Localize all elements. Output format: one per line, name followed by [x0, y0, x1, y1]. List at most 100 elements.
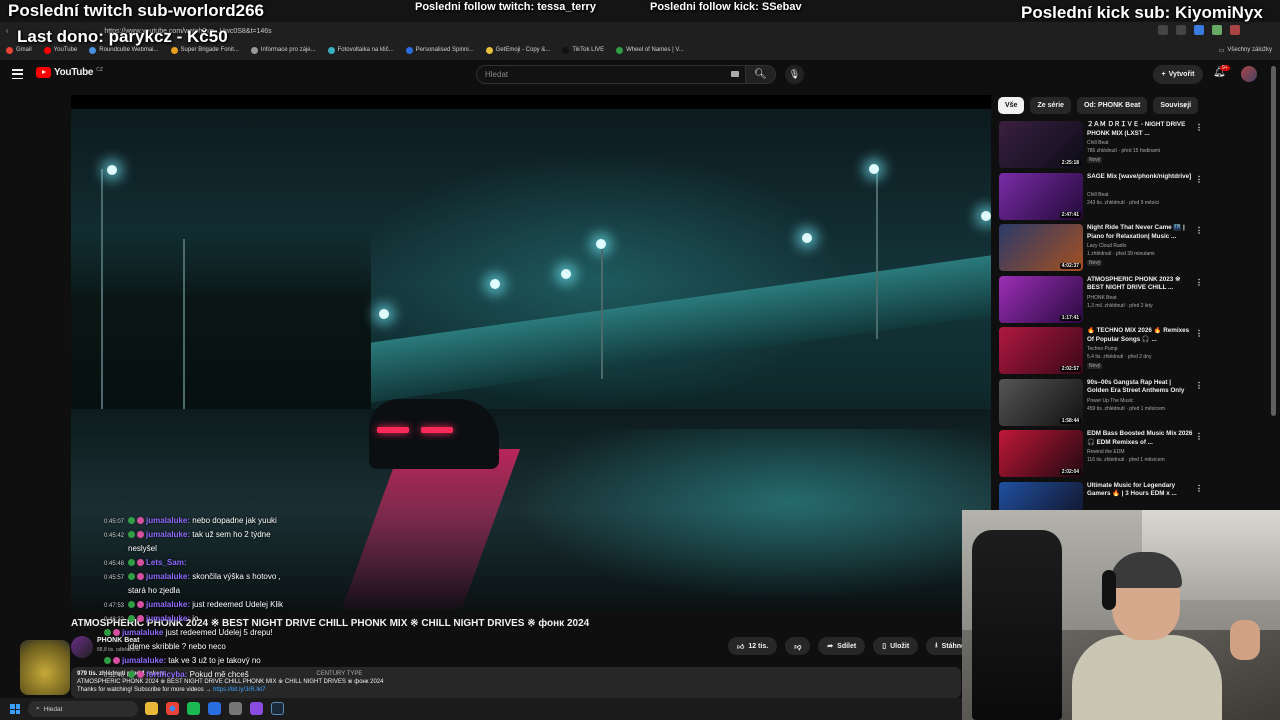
- video-thumbnail[interactable]: 2:02:04: [999, 430, 1083, 477]
- video-title[interactable]: ATMOSPHERIC PHONK 2023 ※ BEST NIGHT DRIV…: [1087, 276, 1193, 293]
- video-title[interactable]: 🔥 TECHNO MIX 2026 🔥 Remixes Of Popular S…: [1087, 327, 1193, 344]
- video-title[interactable]: Ultimate Music for Legendary Gamers 🔥 | …: [1087, 482, 1193, 499]
- recommended-video[interactable]: 2:02:57 🔥 TECHNO MIX 2026 🔥 Remixes Of Po…: [999, 327, 1203, 377]
- bookmark-label: Super Brigade Fonit...: [180, 47, 239, 53]
- youtube-logo[interactable]: YouTube CZ: [36, 67, 103, 78]
- chevron-right-icon[interactable]: ›: [1183, 100, 1186, 110]
- create-button[interactable]: + Vytvořit: [1153, 65, 1203, 84]
- recommended-video[interactable]: 2:25:18 ２ＡＭ ＤＲＩＶＥ - NIGHT DRIVE PHONK MIX…: [999, 121, 1203, 171]
- chat-badge-icon: [104, 657, 111, 664]
- video-duration: 4:02:37: [1059, 263, 1081, 269]
- recommended-video[interactable]: 1:17:41 ATMOSPHERIC PHONK 2023 ※ BEST NIG…: [999, 275, 1203, 326]
- keyboard-icon[interactable]: [731, 71, 739, 77]
- save-button[interactable]: ▯ Uložit: [873, 637, 919, 655]
- channel-name[interactable]: PHONK Beat: [1087, 295, 1116, 301]
- video-title[interactable]: ２ＡＭ ＤＲＩＶＥ - NIGHT DRIVE PHONK MIX (LXST …: [1087, 121, 1193, 138]
- video-thumbnail[interactable]: 2:47:41: [999, 172, 1083, 220]
- bookmark-star-icon[interactable]: [1176, 25, 1186, 35]
- more-options-icon[interactable]: ⋮: [1195, 123, 1203, 132]
- extension-icon[interactable]: [1212, 25, 1222, 35]
- description-link[interactable]: https://bit.ly/3rR.lkl7: [213, 687, 265, 693]
- chrome-icon[interactable]: [166, 702, 179, 715]
- chat-badge-icon: [128, 573, 136, 580]
- like-button[interactable]: 👍︎ 12 tis.: [728, 637, 778, 655]
- filter-chip[interactable]: Souvisejí: [1153, 97, 1199, 114]
- extension-icon[interactable]: [1230, 25, 1240, 35]
- bookmark-label: GetEmoji - Copy &...: [495, 47, 551, 53]
- chat-text: neslyšel: [128, 544, 157, 553]
- overlay-last-follow-twitch: Posledni follow twitch: tessa_terry: [415, 1, 596, 13]
- video-thumbnail[interactable]: 2:25:18: [999, 121, 1083, 168]
- bookmark-item[interactable]: Personalised Spinni...: [405, 46, 474, 54]
- chat-timestamp: 0:48:32: [104, 617, 125, 623]
- bookmark-item[interactable]: Gmail: [6, 46, 32, 54]
- share-button[interactable]: ➦ Sdílet: [818, 637, 866, 655]
- bookmark-item[interactable]: Informace pro záje...: [250, 46, 316, 54]
- video-title[interactable]: EDM Bass Boosted Music Mix 2026 🎧 EDM Re…: [1087, 430, 1193, 447]
- bookmark-item[interactable]: Roundcube Webmai...: [89, 46, 159, 54]
- share-icon: ➦: [827, 643, 834, 650]
- cast-icon[interactable]: [1158, 25, 1168, 35]
- taskbar-search[interactable]: ⌕ Hledat: [28, 701, 138, 717]
- bookmark-item[interactable]: TikTok LIVE: [562, 46, 604, 54]
- hamburger-menu-icon[interactable]: [12, 69, 23, 79]
- back-icon[interactable]: ‹: [6, 28, 8, 35]
- voice-search-button[interactable]: 🎙︎: [785, 65, 804, 84]
- bookmark-item[interactable]: Super Brigade Fonit...: [170, 46, 239, 54]
- video-title[interactable]: 90s–00s Gangsta Rap Heat | Golden Era St…: [1087, 379, 1193, 396]
- channel-avatar[interactable]: [71, 636, 93, 658]
- more-options-icon[interactable]: ⋮: [1195, 226, 1203, 235]
- discord-icon[interactable]: [250, 702, 263, 715]
- channel-name[interactable]: Chill Beat: [1087, 140, 1108, 146]
- video-thumbnail[interactable]: 4:02:37: [999, 224, 1083, 271]
- video-title[interactable]: Night Ride That Never Came 🌃 | Piano for…: [1087, 224, 1193, 241]
- youtube-play-icon: [36, 67, 51, 78]
- more-options-icon[interactable]: ⋮: [1195, 381, 1203, 390]
- channel-name[interactable]: Lazy Cloud Radio: [1087, 243, 1126, 249]
- video-duration: 2:47:41: [1059, 211, 1081, 218]
- search-input[interactable]: Hledat: [476, 65, 746, 84]
- taskbar-search-label: Hledat: [43, 705, 63, 713]
- recommended-video[interactable]: 1:58:44 90s–00s Gangsta Rap Heat | Golden…: [999, 378, 1203, 429]
- channel-name[interactable]: Power Up The Music: [1087, 398, 1133, 404]
- search-button[interactable]: 🔍︎: [746, 65, 776, 84]
- chat-badge-icon: [128, 615, 136, 622]
- channel-name[interactable]: Chill Beat: [1087, 192, 1108, 198]
- video-title[interactable]: SAGE Mix [wave/phonk/nightdrive]: [1087, 173, 1193, 182]
- chat-badge-icon: [137, 559, 145, 566]
- steam-icon[interactable]: [271, 702, 284, 715]
- recommended-video[interactable]: 2:02:04 EDM Bass Boosted Music Mix 2026 🎧…: [999, 430, 1203, 480]
- overlay-last-kick-sub: Poslední kick sub: KiyomiNyx: [1021, 3, 1263, 22]
- extension-icon[interactable]: [1194, 25, 1204, 35]
- bookmark-item[interactable]: GetEmoji - Copy &...: [485, 46, 551, 54]
- settings-icon[interactable]: [229, 702, 242, 715]
- filter-chip[interactable]: Od: PHONK Beat: [1076, 97, 1148, 114]
- video-thumbnail[interactable]: 1:17:41: [999, 275, 1083, 323]
- recommended-video[interactable]: 4:02:37 Night Ride That Never Came 🌃 | Pi…: [999, 224, 1203, 274]
- video-thumbnail[interactable]: 1:58:44: [999, 378, 1083, 426]
- spotify-icon[interactable]: [187, 702, 200, 715]
- video-thumbnail[interactable]: 2:02:57: [999, 327, 1083, 374]
- channel-name[interactable]: Rewind the EDM: [1087, 449, 1125, 455]
- more-options-icon[interactable]: ⋮: [1195, 484, 1203, 493]
- dislike-button[interactable]: 👎︎: [785, 637, 811, 655]
- browser-icon[interactable]: [208, 702, 221, 715]
- more-options-icon[interactable]: ⋮: [1195, 432, 1203, 441]
- bookmark-favicon-icon: [6, 46, 13, 54]
- more-options-icon[interactable]: ⋮: [1195, 329, 1203, 338]
- bookmark-item[interactable]: Fotovoltaika na klič...: [327, 46, 394, 54]
- bookmark-item[interactable]: Wheel of Names | V...: [616, 46, 684, 54]
- channel-name[interactable]: Techno Pump: [1087, 346, 1118, 352]
- filter-chip[interactable]: Ze série: [1030, 97, 1071, 114]
- file-explorer-icon[interactable]: [145, 702, 158, 715]
- account-avatar[interactable]: [1241, 66, 1257, 82]
- more-options-icon[interactable]: ⋮: [1195, 175, 1203, 184]
- more-options-icon[interactable]: ⋮: [1195, 278, 1203, 287]
- windows-start-icon[interactable]: [10, 704, 20, 714]
- page-scrollbar[interactable]: [1271, 66, 1276, 416]
- filter-chip[interactable]: Vše: [998, 97, 1025, 114]
- chat-username: jumalaluke:: [146, 530, 191, 539]
- recommended-video[interactable]: 2:47:41 SAGE Mix [wave/phonk/nightdrive] C…: [999, 172, 1203, 223]
- bookmark-item[interactable]: YouTube: [43, 46, 77, 54]
- all-bookmarks[interactable]: ▭ Všechny záložky: [1219, 42, 1272, 58]
